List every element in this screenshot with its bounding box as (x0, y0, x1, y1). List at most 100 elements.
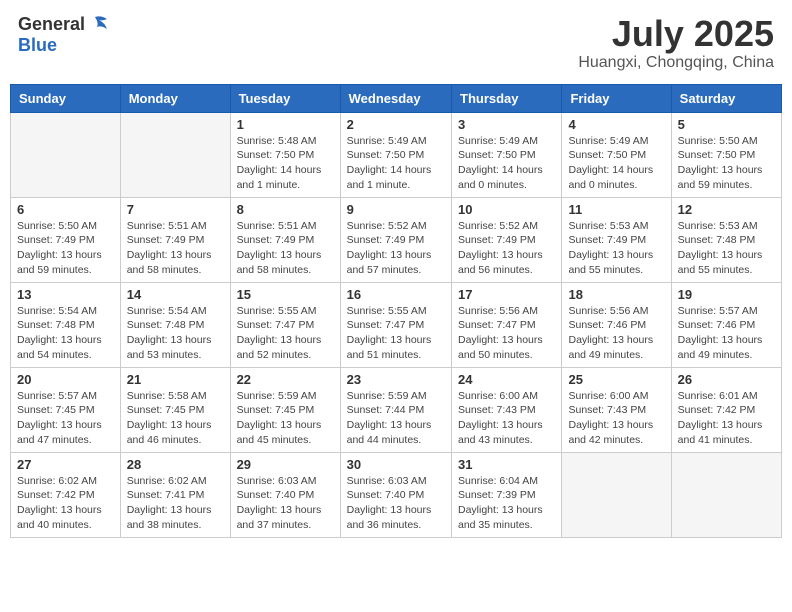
day-number: 30 (347, 457, 445, 472)
day-number: 7 (127, 202, 224, 217)
calendar-cell: 21Sunrise: 5:58 AM Sunset: 7:45 PM Dayli… (120, 367, 230, 452)
calendar-cell: 23 Sunrise: 5:59 AM Sunset: 7:44 PM Dayli… (340, 367, 451, 452)
day-info: Sunrise: 5:54 AM Sunset: 7:48 PM Dayligh… (127, 304, 224, 363)
day-info: Sunrise: 6:03 AM Sunset: 7:40 PM Dayligh… (347, 474, 445, 533)
calendar-table: Sunday Monday Tuesday Wednesday Thursday… (10, 84, 782, 538)
day-number: 22 (237, 372, 334, 387)
logo-blue-text: Blue (18, 35, 57, 55)
calendar-cell: 1 Sunrise: 5:48 AM Sunset: 7:50 PM Daylig… (230, 112, 340, 197)
day-info: Sunrise: 6:00 AM Sunset: 7:43 PM Dayligh… (568, 389, 664, 448)
day-info: Sunrise: 6:01 AM Sunset: 7:42 PM Dayligh… (678, 389, 775, 448)
day-number: 2 (347, 117, 445, 132)
day-info: Sunrise: 5:48 AM Sunset: 7:50 PM Dayligh… (237, 134, 334, 193)
calendar-cell: 4 Sunrise: 5:49 AM Sunset: 7:50 PM Daylig… (562, 112, 671, 197)
calendar-cell: 12 Sunrise: 5:53 AM Sunset: 7:48 PM Dayli… (671, 197, 781, 282)
calendar-title: July 2025 (578, 14, 774, 54)
calendar-cell: 8 Sunrise: 5:51 AM Sunset: 7:49 PM Daylig… (230, 197, 340, 282)
col-friday: Friday (562, 84, 671, 112)
day-number: 27 (17, 457, 114, 472)
calendar-cell (562, 452, 671, 537)
day-info: Sunrise: 5:59 AM Sunset: 7:45 PM Dayligh… (237, 389, 334, 448)
calendar-cell: 5 Sunrise: 5:50 AM Sunset: 7:50 PM Daylig… (671, 112, 781, 197)
calendar-week-3: 13 Sunrise: 5:54 AM Sunset: 7:48 PM Dayli… (11, 282, 782, 367)
day-info: Sunrise: 5:51 AM Sunset: 7:49 PM Dayligh… (127, 219, 224, 278)
day-info: Sunrise: 5:50 AM Sunset: 7:49 PM Dayligh… (17, 219, 114, 278)
day-number: 4 (568, 117, 664, 132)
calendar-week-2: 6 Sunrise: 5:50 AM Sunset: 7:49 PM Daylig… (11, 197, 782, 282)
day-info: Sunrise: 6:02 AM Sunset: 7:41 PM Dayligh… (127, 474, 224, 533)
col-wednesday: Wednesday (340, 84, 451, 112)
calendar-cell: 16Sunrise: 5:55 AM Sunset: 7:47 PM Dayli… (340, 282, 451, 367)
calendar-cell: 25 Sunrise: 6:00 AM Sunset: 7:43 PM Dayli… (562, 367, 671, 452)
day-info: Sunrise: 5:59 AM Sunset: 7:44 PM Dayligh… (347, 389, 445, 448)
day-number: 24 (458, 372, 555, 387)
day-number: 6 (17, 202, 114, 217)
day-info: Sunrise: 5:52 AM Sunset: 7:49 PM Dayligh… (458, 219, 555, 278)
calendar-cell: 11Sunrise: 5:53 AM Sunset: 7:49 PM Dayli… (562, 197, 671, 282)
day-number: 10 (458, 202, 555, 217)
day-info: Sunrise: 5:53 AM Sunset: 7:48 PM Dayligh… (678, 219, 775, 278)
day-info: Sunrise: 5:49 AM Sunset: 7:50 PM Dayligh… (458, 134, 555, 193)
day-info: Sunrise: 5:52 AM Sunset: 7:49 PM Dayligh… (347, 219, 445, 278)
calendar-cell: 28 Sunrise: 6:02 AM Sunset: 7:41 PM Dayli… (120, 452, 230, 537)
calendar-cell (120, 112, 230, 197)
day-number: 20 (17, 372, 114, 387)
calendar-cell: 15Sunrise: 5:55 AM Sunset: 7:47 PM Dayli… (230, 282, 340, 367)
day-number: 17 (458, 287, 555, 302)
calendar-cell: 3Sunrise: 5:49 AM Sunset: 7:50 PM Daylig… (452, 112, 562, 197)
day-number: 12 (678, 202, 775, 217)
calendar-week-4: 20 Sunrise: 5:57 AM Sunset: 7:45 PM Dayli… (11, 367, 782, 452)
day-number: 15 (237, 287, 334, 302)
logo: General Blue (18, 14, 109, 56)
title-block: July 2025 Huangxi, Chongqing, China (578, 14, 774, 72)
col-thursday: Thursday (452, 84, 562, 112)
col-monday: Monday (120, 84, 230, 112)
day-number: 13 (17, 287, 114, 302)
day-number: 18 (568, 287, 664, 302)
calendar-cell: 18 Sunrise: 5:56 AM Sunset: 7:46 PM Dayli… (562, 282, 671, 367)
calendar-cell (11, 112, 121, 197)
calendar-header-row: Sunday Monday Tuesday Wednesday Thursday… (11, 84, 782, 112)
day-info: Sunrise: 6:02 AM Sunset: 7:42 PM Dayligh… (17, 474, 114, 533)
col-sunday: Sunday (11, 84, 121, 112)
day-info: Sunrise: 6:04 AM Sunset: 7:39 PM Dayligh… (458, 474, 555, 533)
day-number: 1 (237, 117, 334, 132)
day-number: 25 (568, 372, 664, 387)
day-number: 19 (678, 287, 775, 302)
calendar-cell: 7 Sunrise: 5:51 AM Sunset: 7:49 PM Daylig… (120, 197, 230, 282)
calendar-week-1: 1 Sunrise: 5:48 AM Sunset: 7:50 PM Daylig… (11, 112, 782, 197)
calendar-cell: 13 Sunrise: 5:54 AM Sunset: 7:48 PM Dayli… (11, 282, 121, 367)
day-info: Sunrise: 5:51 AM Sunset: 7:49 PM Dayligh… (237, 219, 334, 278)
day-info: Sunrise: 5:56 AM Sunset: 7:47 PM Dayligh… (458, 304, 555, 363)
calendar-location: Huangxi, Chongqing, China (578, 54, 774, 72)
day-info: Sunrise: 6:03 AM Sunset: 7:40 PM Dayligh… (237, 474, 334, 533)
calendar-cell: 26 Sunrise: 6:01 AM Sunset: 7:42 PM Dayli… (671, 367, 781, 452)
day-number: 9 (347, 202, 445, 217)
col-saturday: Saturday (671, 84, 781, 112)
day-number: 5 (678, 117, 775, 132)
day-number: 16 (347, 287, 445, 302)
day-info: Sunrise: 5:56 AM Sunset: 7:46 PM Dayligh… (568, 304, 664, 363)
day-info: Sunrise: 5:50 AM Sunset: 7:50 PM Dayligh… (678, 134, 775, 193)
col-tuesday: Tuesday (230, 84, 340, 112)
calendar-cell: 14Sunrise: 5:54 AM Sunset: 7:48 PM Dayli… (120, 282, 230, 367)
day-number: 8 (237, 202, 334, 217)
calendar-cell: 30 Sunrise: 6:03 AM Sunset: 7:40 PM Dayli… (340, 452, 451, 537)
day-number: 23 (347, 372, 445, 387)
day-info: Sunrise: 5:49 AM Sunset: 7:50 PM Dayligh… (568, 134, 664, 193)
logo-general-text: General (18, 14, 85, 35)
calendar-cell: 27 Sunrise: 6:02 AM Sunset: 7:42 PM Dayli… (11, 452, 121, 537)
page-header: General Blue July 2025 Huangxi, Chongqin… (10, 10, 782, 76)
calendar-cell: 17 Sunrise: 5:56 AM Sunset: 7:47 PM Dayli… (452, 282, 562, 367)
day-info: Sunrise: 5:57 AM Sunset: 7:45 PM Dayligh… (17, 389, 114, 448)
calendar-cell: 29Sunrise: 6:03 AM Sunset: 7:40 PM Dayli… (230, 452, 340, 537)
logo-bird-icon (87, 15, 109, 33)
day-info: Sunrise: 5:54 AM Sunset: 7:48 PM Dayligh… (17, 304, 114, 363)
day-info: Sunrise: 5:49 AM Sunset: 7:50 PM Dayligh… (347, 134, 445, 193)
day-info: Sunrise: 5:58 AM Sunset: 7:45 PM Dayligh… (127, 389, 224, 448)
day-number: 26 (678, 372, 775, 387)
day-number: 28 (127, 457, 224, 472)
calendar-cell (671, 452, 781, 537)
calendar-cell: 31Sunrise: 6:04 AM Sunset: 7:39 PM Dayli… (452, 452, 562, 537)
calendar-cell: 22 Sunrise: 5:59 AM Sunset: 7:45 PM Dayli… (230, 367, 340, 452)
